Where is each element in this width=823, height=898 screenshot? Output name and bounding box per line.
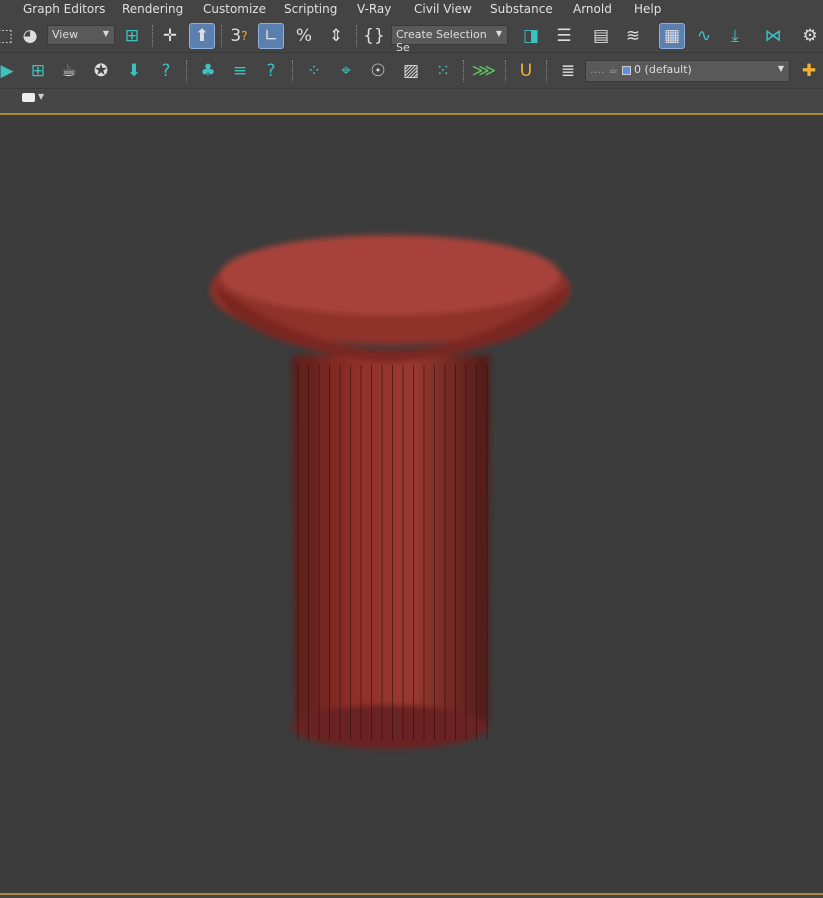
edit-named-selection-icon[interactable]: {} <box>361 23 387 49</box>
menu-scripting[interactable]: Scripting <box>284 2 337 16</box>
teapot-icon[interactable]: ☕ <box>56 58 82 84</box>
layer-explorer-icon[interactable]: ≋ <box>620 23 646 49</box>
distribute-icon[interactable]: ⁙ <box>430 58 456 84</box>
menu-graph-editors[interactable]: Graph Editors <box>23 2 105 16</box>
menu-help[interactable]: Help <box>634 2 661 16</box>
layer-dropdown[interactable]: ‥‥ ☕ 0 (default) ▼ <box>585 60 790 82</box>
menu-vray[interactable]: V-Ray <box>357 2 391 16</box>
menu-arnold[interactable]: Arnold <box>573 2 612 16</box>
secondary-toolbar: ▶ ⊞ ☕ ✪ ⬇ ? ♣ ≡ ? ⁘ ⌖ ☉ ▨ ⁙ ⋙ U ≣ ‥‥ ☕ 0… <box>0 53 823 89</box>
separator <box>221 25 222 47</box>
layer-color-swatch <box>621 65 631 75</box>
select-manipulate-icon[interactable]: ✛ <box>157 23 183 49</box>
viewport-layout-icon[interactable]: ⊞ <box>25 58 51 84</box>
target-icon[interactable]: ⌖ <box>333 58 359 84</box>
viewport-label-bar: ▼ <box>0 89 823 111</box>
percent-snap-icon[interactable]: % <box>291 23 317 49</box>
view-dropdown-value: View <box>52 28 79 41</box>
paint-selection-icon[interactable]: ◕ <box>17 23 43 49</box>
menu-substance[interactable]: Substance <box>490 2 553 16</box>
separator <box>546 60 547 82</box>
paint-icon[interactable]: ▨ <box>398 58 424 84</box>
list-icon[interactable]: ≡ <box>227 58 253 84</box>
layer-visibility-icon: ‥‥ ☕ <box>590 63 619 76</box>
menu-rendering[interactable]: Rendering <box>122 2 183 16</box>
separator <box>505 60 506 82</box>
material-editor-icon[interactable]: ⚙ <box>797 23 823 49</box>
spinner-snap-icon[interactable]: ⇕ <box>323 23 349 49</box>
viewport[interactable] <box>0 113 823 895</box>
align-icon[interactable]: ☰ <box>551 23 577 49</box>
named-selection-set-dropdown[interactable]: Create Selection Se ▼ <box>391 25 508 54</box>
angle-snap-icon[interactable]: ∟ <box>258 23 284 49</box>
separator <box>186 60 187 82</box>
dope-sheet-icon[interactable]: ⤓ <box>722 23 748 49</box>
bake-icon[interactable]: ☉ <box>365 58 391 84</box>
schematic-view-icon[interactable]: ⋈ <box>760 23 786 49</box>
main-toolbar: ⬚ ◕ View ▼ ⊞ ✛ ⬆ 3? ∟ % ⇕ {} Create Selec… <box>0 19 823 54</box>
chevron-down-icon[interactable]: ▼ <box>38 92 44 101</box>
selection-set-value: Create Selection Se <box>396 28 487 54</box>
help-icon[interactable]: ? <box>153 58 179 84</box>
help-icon[interactable]: ? <box>258 58 284 84</box>
menu-customize[interactable]: Customize <box>203 2 266 16</box>
chevron-down-icon: ▼ <box>495 29 502 38</box>
menu-bar: Graph Editors Rendering Customize Script… <box>0 0 823 19</box>
separator <box>152 25 153 47</box>
forest-icon[interactable]: ♣ <box>195 58 221 84</box>
render-frame-icon[interactable]: ▶ <box>0 58 20 84</box>
chevron-down-icon: ▼ <box>102 29 109 38</box>
pivot-center-icon[interactable]: ⊞ <box>119 23 145 49</box>
column-object[interactable] <box>0 115 823 893</box>
chevron-down-icon: ▼ <box>777 64 784 73</box>
ribbon-toggle-icon[interactable]: ▦ <box>659 23 685 49</box>
substance-u-icon[interactable]: U <box>513 58 539 84</box>
chevrons-icon[interactable]: ⋙ <box>471 58 497 84</box>
scatter-icon[interactable]: ⁘ <box>301 58 327 84</box>
keyboard-shortcut-override-icon[interactable]: ⬆ <box>189 23 215 49</box>
separator <box>463 60 464 82</box>
scene-explorer-icon[interactable]: ▤ <box>588 23 614 49</box>
aperture-icon[interactable]: ✪ <box>88 58 114 84</box>
viewport-menu-icon[interactable] <box>22 93 35 102</box>
reference-coordinate-dropdown[interactable]: View ▼ <box>47 25 115 45</box>
separator <box>292 60 293 82</box>
layers-icon[interactable]: ≣ <box>555 58 581 84</box>
menu-civil-view[interactable]: Civil View <box>414 2 472 16</box>
layer-name: 0 (default) <box>634 63 692 76</box>
select-region-icon[interactable]: ⬚ <box>0 23 18 49</box>
snap-dimension: 3 <box>230 26 242 46</box>
separator <box>356 25 357 47</box>
curve-editor-icon[interactable]: ∿ <box>691 23 717 49</box>
snaps-toggle-icon[interactable]: 3? <box>226 23 252 49</box>
save-checkin-icon[interactable]: ⬇ <box>121 58 147 84</box>
add-layer-icon[interactable]: ✚ <box>796 58 822 84</box>
mirror-icon[interactable]: ◨ <box>518 23 544 49</box>
